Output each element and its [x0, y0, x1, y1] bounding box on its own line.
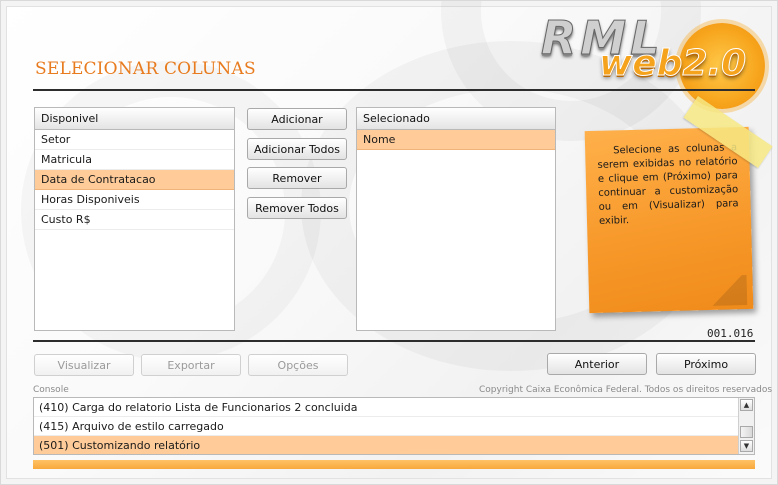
list-item[interactable]: Horas Disponiveis: [35, 190, 234, 210]
scroll-thumb[interactable]: [740, 426, 753, 438]
console-label: Console: [33, 385, 69, 395]
app-frame: RML web2.0 SELECIONAR COLUNAS Disponivel…: [0, 0, 778, 485]
scroll-down-icon[interactable]: ▼: [740, 440, 753, 452]
add-all-button[interactable]: Adicionar Todos: [247, 138, 347, 160]
progress-bar: [33, 460, 755, 469]
logo-web-text: web2.0: [598, 43, 747, 85]
console-log[interactable]: (410) Carga do relatorio Lista de Funcio…: [33, 397, 755, 455]
list-item[interactable]: Custo R$: [35, 210, 234, 230]
add-button[interactable]: Adicionar: [247, 108, 347, 130]
list-item[interactable]: Setor: [35, 130, 234, 150]
export-button[interactable]: Exportar: [141, 354, 241, 376]
list-item[interactable]: Data de Contratacao: [35, 170, 234, 190]
console-scrollbar[interactable]: ▲ ▼: [738, 398, 754, 454]
selected-list-header: Selecionado: [357, 108, 555, 130]
console-line[interactable]: (501) Customizando relatório: [34, 436, 738, 454]
rml-web-logo: RML web2.0: [537, 5, 777, 109]
selected-columns-list[interactable]: Selecionado Nome: [356, 107, 556, 331]
options-button[interactable]: Opções: [248, 354, 348, 376]
page-title: SELECIONAR COLUNAS: [35, 59, 256, 79]
section-divider: [33, 340, 755, 342]
remove-button[interactable]: Remover: [247, 167, 347, 189]
available-columns-list[interactable]: Disponivel Setor Matricula Data de Contrat…: [34, 107, 235, 331]
scroll-up-icon[interactable]: ▲: [740, 399, 753, 411]
list-item[interactable]: Nome: [357, 130, 555, 150]
console-line[interactable]: (415) Arquivo de estilo carregado: [34, 417, 738, 436]
help-sticky-note: Selecione as colunas a serem exibidas no…: [583, 96, 773, 321]
remove-all-button[interactable]: Remover Todos: [247, 197, 347, 219]
next-button[interactable]: Próximo: [656, 353, 756, 375]
available-list-header: Disponivel: [35, 108, 234, 130]
view-button[interactable]: Visualizar: [34, 354, 134, 376]
help-note-paper: Selecione as colunas a serem exibidas no…: [584, 126, 754, 314]
screen-code: 001.016: [707, 327, 754, 340]
list-item[interactable]: Matricula: [35, 150, 234, 170]
title-divider: [33, 89, 755, 91]
help-note-text: Selecione as colunas a serem exibidas no…: [597, 142, 739, 227]
previous-button[interactable]: Anterior: [547, 353, 647, 375]
console-line[interactable]: (410) Carga do relatorio Lista de Funcio…: [34, 398, 738, 417]
copyright-text: Copyright Caixa Econômica Federal. Todos…: [479, 385, 773, 395]
